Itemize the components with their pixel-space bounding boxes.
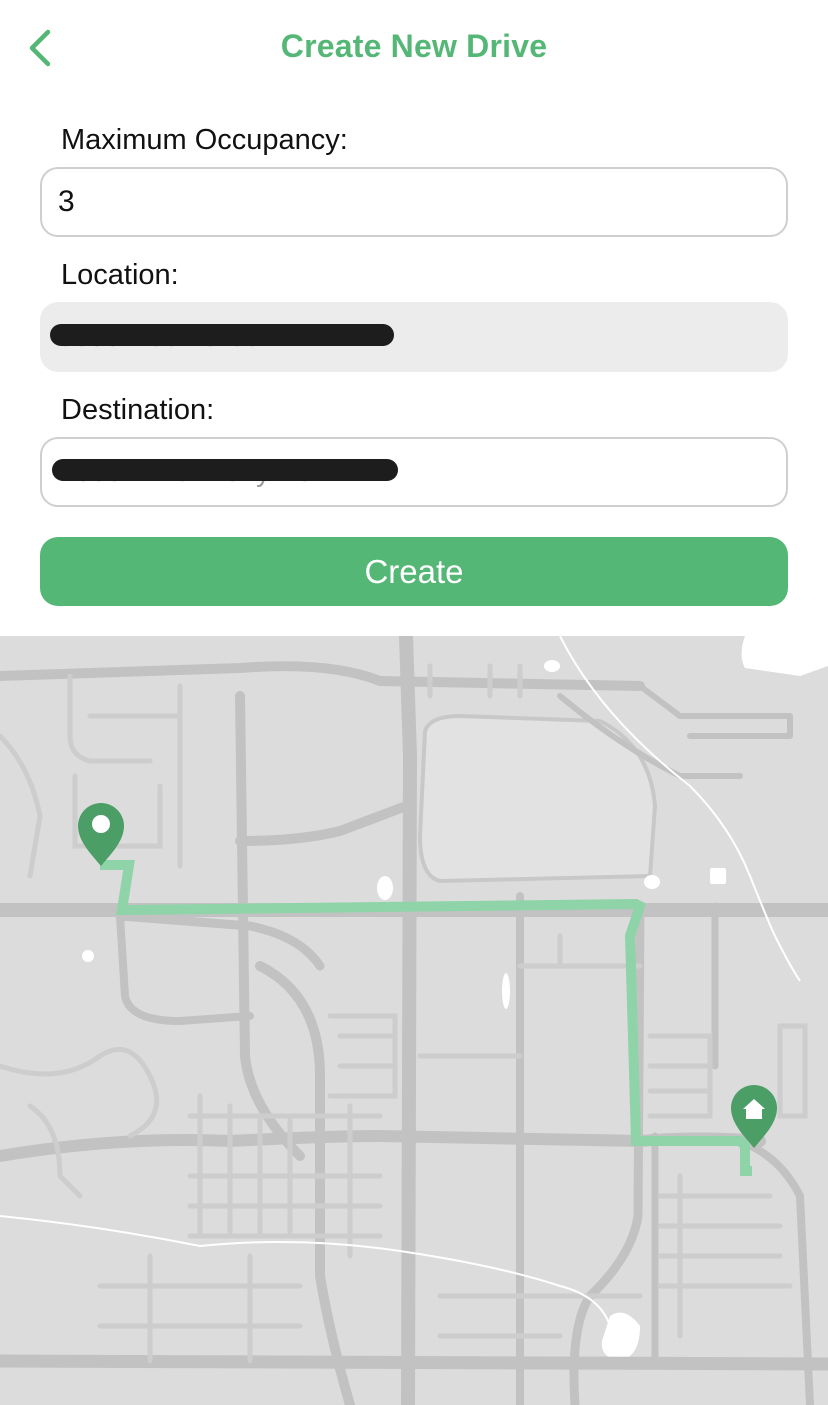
location-label: Location: xyxy=(61,259,179,291)
map-canvas xyxy=(0,636,828,1405)
page-title: Create New Drive xyxy=(280,28,548,64)
location-field: 5600 Rock Creek Dr xyxy=(40,302,788,372)
occupancy-field[interactable] xyxy=(40,167,788,237)
destination-field[interactable]: 2000 E Harmony Rd xyxy=(40,437,788,507)
destination-label: Destination: xyxy=(61,394,215,426)
occupancy-label: Maximum Occupancy: xyxy=(61,124,348,156)
occupancy-input[interactable] xyxy=(58,185,786,219)
route-map[interactable] xyxy=(0,636,828,1405)
redaction-mark xyxy=(50,324,394,346)
redaction-mark xyxy=(52,459,398,481)
create-button[interactable]: Create xyxy=(40,537,788,606)
app-header: Create New Drive xyxy=(0,0,828,100)
